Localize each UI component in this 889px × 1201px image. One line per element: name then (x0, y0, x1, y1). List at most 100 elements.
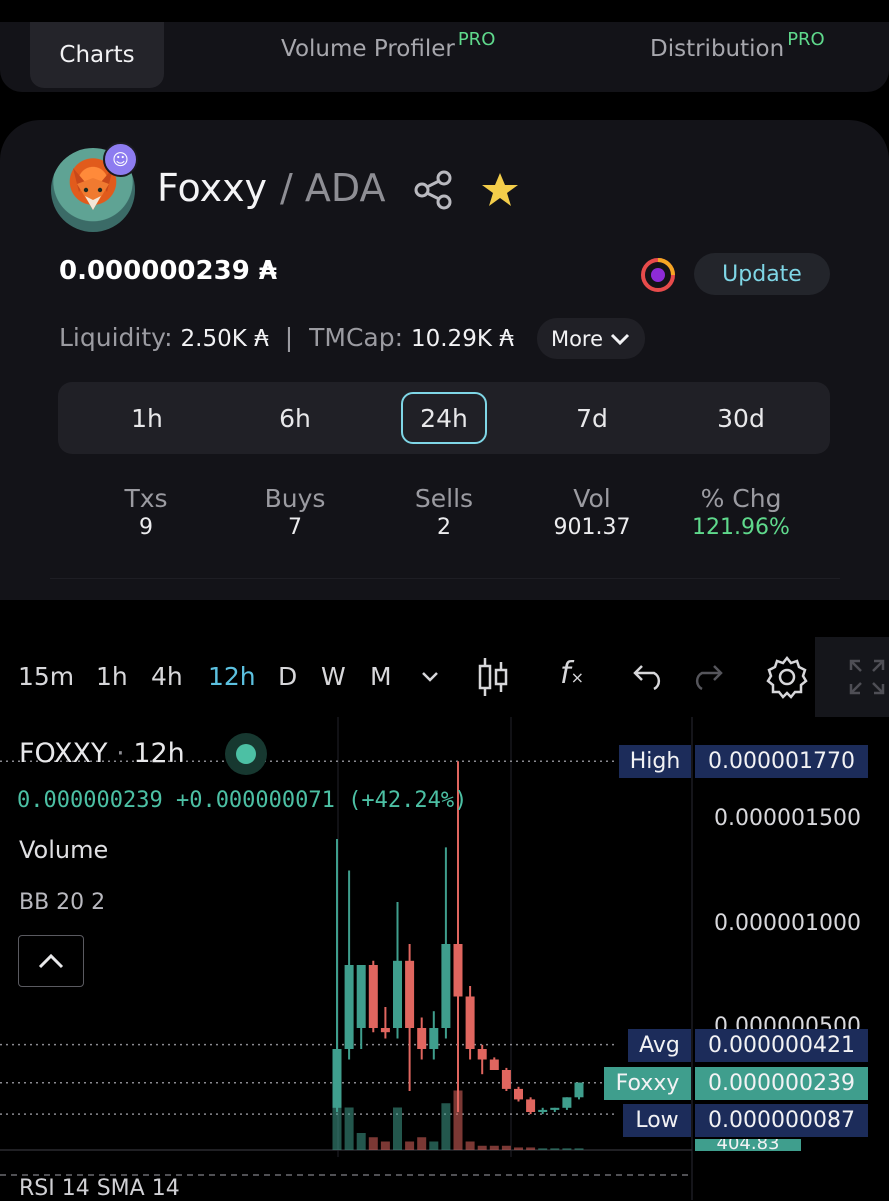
fullscreen-icon[interactable] (848, 658, 886, 696)
dex-logo-icon (641, 258, 675, 292)
settings-gear-icon[interactable] (765, 655, 809, 699)
redo-icon[interactable] (690, 662, 724, 690)
token-price: 0.000000239 ₳ (59, 256, 277, 286)
candle-body (332, 1049, 342, 1108)
bb-legend: BB 20 2 (19, 890, 106, 915)
chevron-down-icon (610, 333, 630, 345)
interval-w[interactable]: W (321, 662, 346, 691)
chart-ohlc-row: 0.000000239 +0.000000071 (+42.24%) (17, 788, 467, 813)
stat-label: Vol (573, 484, 611, 513)
candle-body (417, 1028, 427, 1049)
high-tag-value: 0.000001770 (695, 745, 868, 778)
liquidity-value: 2.50K ₳ (180, 326, 269, 352)
collapse-legend-button[interactable] (18, 935, 84, 987)
update-button[interactable]: Update (694, 253, 830, 295)
volume-bar (356, 1133, 366, 1150)
liquidity-label: Liquidity: (59, 323, 173, 352)
star-icon[interactable] (480, 171, 520, 209)
more-button[interactable]: More (537, 318, 645, 359)
tmcap-value: 10.29K ₳ (410, 326, 514, 352)
period-24h[interactable]: 24h (401, 392, 487, 444)
volume-bar (574, 1148, 584, 1150)
more-label: More (550, 326, 604, 351)
verified-badge-icon: ☺ (103, 142, 138, 177)
token-name: Foxxy (157, 166, 268, 210)
stat-txs: Txs 9 (76, 484, 216, 540)
candle-body (477, 1049, 487, 1060)
candle-body (393, 960, 402, 1028)
share-icon[interactable] (413, 169, 455, 211)
tmcap-label: TMCap: (309, 323, 404, 352)
separator: | (284, 323, 294, 352)
avg-tag-value: 0.000000421 (695, 1029, 868, 1062)
period-6h[interactable]: 6h (252, 392, 338, 444)
stat-pct-change: % Chg 121.96% (671, 484, 811, 540)
candle-body (514, 1088, 523, 1100)
stat-value: 121.96% (692, 515, 790, 540)
candle-body (526, 1099, 536, 1112)
tab-charts[interactable]: Charts (30, 22, 164, 88)
volume-bar (429, 1141, 439, 1150)
volume-bar (465, 1141, 475, 1150)
candle-body (562, 1097, 572, 1108)
candle-body (380, 1028, 390, 1033)
current-tag-value: 0.000000239 (695, 1067, 868, 1100)
candle-body (429, 1028, 439, 1049)
stat-label: % Chg (700, 484, 782, 513)
stat-label: Sells (414, 484, 474, 513)
volume-bar (562, 1148, 572, 1150)
chart-last-price: 0.000000239 (17, 788, 163, 813)
axis-label: 0.000001500 (714, 806, 861, 831)
stat-sells: Sells 2 (374, 484, 514, 540)
volume-bar (380, 1141, 390, 1150)
stat-value: 2 (437, 515, 451, 540)
rsi-legend: RSI 14 SMA 14 (19, 1176, 180, 1201)
volume-bar (405, 1141, 415, 1150)
period-1h[interactable]: 1h (104, 392, 190, 444)
interval-1h[interactable]: 1h (96, 662, 128, 691)
volume-bar (477, 1145, 487, 1150)
volume-bar (393, 1107, 402, 1150)
stat-label: Txs (124, 484, 168, 513)
volume-legend: Volume (19, 836, 109, 864)
interval-m[interactable]: M (370, 662, 392, 691)
chart-interval: 12h (133, 738, 185, 769)
tab-volume-profiler-label: Volume Profiler (281, 36, 455, 62)
candle-body (538, 1109, 548, 1112)
interval-15m[interactable]: 15m (18, 662, 74, 691)
indicators-icon[interactable]: f× (560, 656, 584, 691)
low-tag-label: Low (623, 1104, 691, 1137)
stat-value: 9 (139, 515, 153, 540)
volume-bar (344, 1107, 354, 1150)
axis-label: 0.000001000 (714, 911, 861, 936)
interval-4h[interactable]: 4h (151, 662, 183, 691)
chevron-down-icon[interactable] (419, 670, 441, 684)
volume-bar (501, 1145, 511, 1150)
interval-d[interactable]: D (278, 662, 297, 691)
interval-12h[interactable]: 12h (208, 662, 256, 691)
chart-dot: · (116, 738, 125, 769)
volume-bar (514, 1147, 523, 1150)
candle-body (368, 965, 378, 1028)
candle-body (489, 1059, 499, 1070)
undo-icon[interactable] (632, 662, 666, 690)
candle-body (465, 996, 475, 1049)
period-30d[interactable]: 30d (698, 392, 784, 444)
tab-distribution[interactable]: Distribution PRO (650, 16, 825, 82)
candle-body (550, 1107, 560, 1110)
chevron-up-icon (38, 953, 64, 969)
market-status-icon (225, 733, 267, 775)
chart-change-pct: (+42.24%) (348, 788, 468, 813)
period-7d[interactable]: 7d (549, 392, 635, 444)
volume-tag: 404.83 (695, 1139, 801, 1151)
token-quote: / ADA (280, 166, 386, 210)
tab-volume-profiler[interactable]: Volume Profiler PRO (281, 16, 495, 82)
stat-label: Buys (264, 484, 326, 513)
chart-symbol: FOXXY (19, 738, 108, 769)
volume-bar (417, 1137, 427, 1150)
volume-bar (550, 1148, 560, 1150)
stat-value: 7 (288, 515, 302, 540)
liquidity-row: Liquidity: 2.50K ₳ | TMCap: 10.29K ₳ (59, 323, 514, 352)
stat-buys: Buys 7 (225, 484, 365, 540)
candles-icon[interactable] (476, 656, 510, 698)
